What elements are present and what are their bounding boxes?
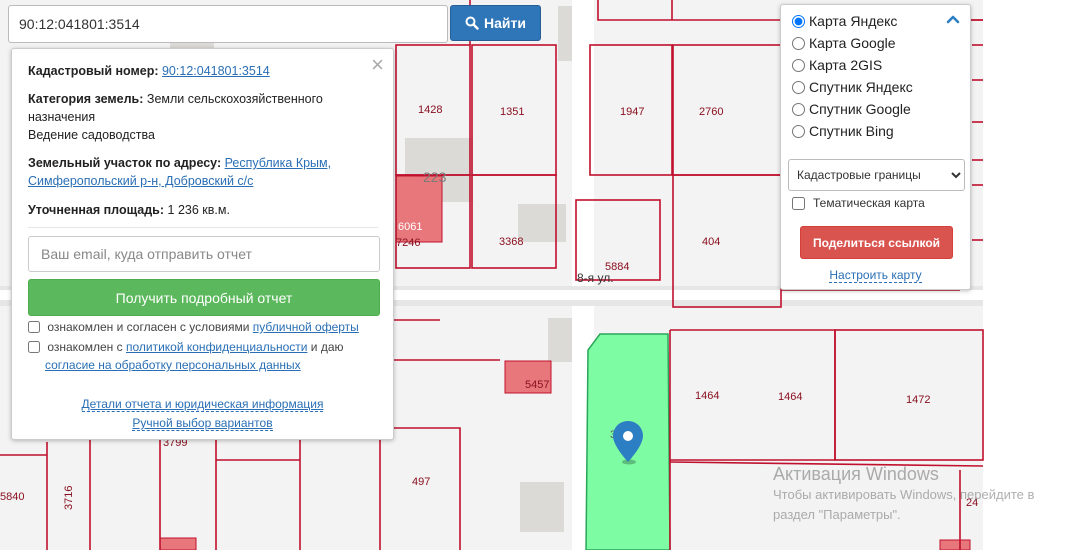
parcel-label: 5457 [525,379,549,391]
layer-radio[interactable] [792,36,805,50]
privacy-consent-text: ознакомлен с [47,340,126,354]
layer-option-label: Карта 2GIS [809,57,883,73]
divider [28,227,378,228]
layer-option-bing-satellite[interactable]: Спутник Bing [792,120,894,142]
area-value: 1 236 кв.м. [167,203,230,217]
privacy-policy-link[interactable]: политикой конфиденциальности [126,340,307,354]
report-details-link[interactable]: Детали отчета и юридическая информация [81,397,324,412]
area-label: Уточненная площадь: [28,203,165,217]
layer-option-label: Спутник Bing [809,123,894,139]
map-layer-panel: Карта Яндекс Карта Google Карта 2GIS Спу… [780,4,971,290]
parcel-label: 6061 [398,221,422,233]
share-link-button[interactable]: Поделиться ссылкой [800,226,953,259]
land-usage-value: Ведение садоводства [28,128,155,142]
parcel-label: 1947 [620,106,644,118]
get-report-button[interactable]: Получить подробный отчет [28,279,380,316]
parcel-label: 1351 [500,106,524,118]
address-label: Земельный участок по адресу: [28,156,222,170]
windows-activation-watermark: Активация Windows Чтобы активировать Win… [773,463,1034,525]
layer-option-yandex-satellite[interactable]: Спутник Яндекс [792,76,913,98]
parcel-label: 1428 [418,104,442,116]
email-field[interactable] [28,236,380,272]
search-button[interactable]: Найти [450,5,541,41]
privacy-consent-mid: и даю [307,340,344,354]
land-category-row: Категория земель: Земли сельскохозяйстве… [28,90,378,144]
search-button-label: Найти [484,15,526,31]
offer-consent-text: ознакомлен и согласен с условиями [47,320,253,334]
parcel-label: 3368 [499,236,523,248]
layer-radio[interactable] [792,58,805,72]
parcel-label: 497 [412,476,430,488]
watermark-title: Активация Windows [773,464,939,484]
address-row: Земельный участок по адресу: Республика … [28,154,378,190]
boundaries-select[interactable]: Кадастровые границы [788,159,965,191]
chevron-up-icon[interactable] [946,14,960,24]
street-label: 8-я ул. [577,271,614,285]
manual-link-row: Ручной выбор вариантов [12,416,393,431]
parcel-label: 5840 [0,491,24,503]
watermark-line: раздел "Параметры". [773,507,901,522]
public-offer-link[interactable]: публичной оферты [253,320,359,334]
privacy-consent-checkbox[interactable] [28,341,40,353]
details-link-row: Детали отчета и юридическая информация [12,397,393,412]
layer-option-2gis-map[interactable]: Карта 2GIS [792,54,882,76]
manual-selection-link[interactable]: Ручной выбор вариантов [132,416,273,431]
parcel-label: 3716 [63,486,75,510]
layer-option-google-map[interactable]: Карта Google [792,32,896,54]
offer-consent-row: ознакомлен и согласен с условиями публич… [28,318,359,336]
layer-option-label: Карта Яндекс [809,13,898,29]
thematic-map-label: Тематическая карта [813,196,925,210]
cadastral-number-link[interactable]: 90:12:041801:3514 [162,64,270,78]
layer-option-yandex-map[interactable]: Карта Яндекс [792,10,897,32]
layer-option-label: Карта Google [809,35,896,51]
parcel-label: 404 [702,236,720,248]
layer-option-label: Спутник Яндекс [809,79,913,95]
land-category-label: Категория земель: [28,92,144,106]
layer-radio[interactable] [792,14,805,28]
search-input[interactable] [8,5,448,43]
parcel-label: 2760 [699,106,723,118]
watermark-line: Чтобы активировать Windows, перейдите в [773,487,1035,502]
layer-option-google-satellite[interactable]: Спутник Google [792,98,911,120]
offer-consent-checkbox[interactable] [28,321,40,333]
parcel-label: 1472 [906,394,930,406]
parcel-label: 1464 [695,390,719,402]
parcel-info-popup: × Кадастровый номер: 90:12:041801:3514 К… [11,48,394,440]
cadastral-number-row: Кадастровый номер: 90:12:041801:3514 [28,62,378,80]
parcel-label: 223 [423,169,447,185]
area-row: Уточненная площадь: 1 236 кв.м. [28,201,378,219]
configure-map-row: Настроить карту [781,268,970,283]
thematic-map-row[interactable]: Тематическая карта [792,196,925,210]
layer-radio[interactable] [792,102,805,116]
parcel-label: 1464 [778,391,802,403]
thematic-map-checkbox[interactable] [792,196,805,210]
configure-map-link[interactable]: Настроить карту [829,268,922,283]
layer-radio[interactable] [792,80,805,94]
parcel-label: 7246 [396,237,420,249]
layer-radio[interactable] [792,124,805,138]
data-processing-link[interactable]: согласие на обработку персональных данны… [45,358,301,372]
search-icon [465,16,479,30]
layer-option-label: Спутник Google [809,101,911,117]
privacy-consent-row: ознакомлен с политикой конфиденциальност… [28,338,378,374]
cadastral-number-label: Кадастровый номер: [28,64,159,78]
